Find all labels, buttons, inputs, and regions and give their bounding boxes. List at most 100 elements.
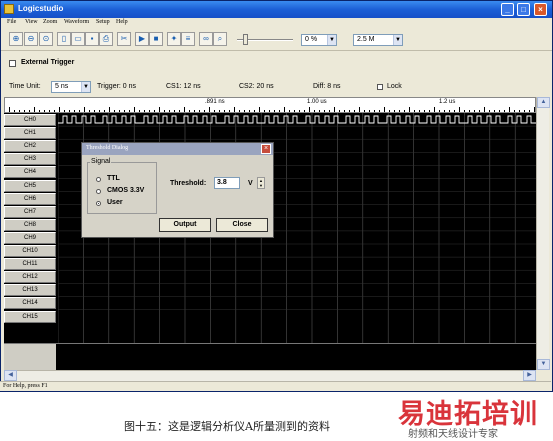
channel-label-ch12[interactable]: CH12 — [4, 271, 56, 284]
ruler-tick — [19, 110, 20, 112]
ruler-tick — [134, 107, 135, 112]
ruler-tick — [254, 110, 255, 112]
threshold-input[interactable]: 3.8 — [214, 177, 240, 189]
menu-view[interactable]: View — [25, 19, 38, 25]
watermark-subtitle: 射频和天线设计专家 — [408, 429, 498, 440]
scroll-left-icon[interactable]: ◀ — [4, 370, 17, 381]
ruler-tick — [259, 107, 260, 112]
sample-rate-select[interactable]: 2.5 M ▼ — [353, 34, 403, 46]
ruler-tick — [279, 110, 280, 112]
ruler-tick — [459, 107, 460, 112]
channel-label-ch0[interactable]: CH0 — [4, 114, 56, 126]
toolbar: ⊕ ⊖ ⊙ ▯ ▭ ▪ ⎙ ✂ ▶ ■ ✦ ≡ ∞ ⌕ 0 % ▼ 2.5 M … — [1, 29, 552, 51]
ruler-tick — [239, 110, 240, 112]
radio-user[interactable] — [96, 201, 101, 206]
scroll-right-icon[interactable]: ▶ — [523, 370, 536, 381]
ruler-tick — [469, 110, 470, 112]
threshold-spinner[interactable]: ▲ ▼ — [257, 177, 265, 189]
menu-setup[interactable]: Setup — [96, 19, 110, 25]
ruler-tick — [164, 110, 165, 112]
ruler-tick — [189, 110, 190, 112]
run-icon[interactable]: ▶ — [135, 32, 149, 46]
channel-label-ch11[interactable]: CH11 — [4, 258, 56, 271]
ruler-tick — [414, 110, 415, 112]
chevron-down-icon: ▼ — [393, 35, 402, 45]
open-folder-icon[interactable]: ▭ — [71, 32, 85, 46]
ruler-tick — [234, 107, 235, 112]
trigger-time: Trigger: 0 ns — [97, 83, 137, 90]
ruler-tick — [149, 110, 150, 112]
ruler-tick — [219, 110, 220, 112]
zoom-percent-select[interactable]: 0 % ▼ — [301, 34, 337, 46]
ruler-tick — [154, 110, 155, 112]
trigger-icon[interactable]: ✦ — [167, 32, 181, 46]
zoom-in-icon[interactable]: ⊕ — [9, 32, 23, 46]
output-button[interactable]: Output — [159, 218, 211, 232]
external-trigger-checkbox[interactable] — [9, 60, 16, 67]
ruler-tick — [519, 110, 520, 112]
channel-label-ch15[interactable]: CH15 — [4, 310, 56, 323]
channel-label-ch1[interactable]: CH1 — [4, 127, 56, 140]
tool-icon[interactable]: ✂ — [117, 32, 131, 46]
binoculars-icon[interactable]: ∞ — [199, 32, 213, 46]
horizontal-scrollbar[interactable]: ◀ ▶ — [4, 370, 536, 381]
ruler-tick — [424, 110, 425, 112]
channel-label-ch3[interactable]: CH3 — [4, 153, 56, 166]
dialog-close-icon[interactable]: × — [261, 144, 271, 154]
menu-file[interactable]: File — [7, 19, 16, 25]
close-dialog-button[interactable]: Close — [216, 218, 268, 232]
scroll-up-icon[interactable]: ▲ — [537, 97, 550, 108]
close-button[interactable]: × — [534, 3, 547, 16]
ruler-tick — [89, 110, 90, 112]
zoom-out-icon[interactable]: ⊖ — [24, 32, 38, 46]
channel-label-ch7[interactable]: CH7 — [4, 205, 56, 218]
title-bar[interactable]: Logicstudio _ □ × — [1, 1, 552, 18]
ruler-tick — [334, 107, 335, 112]
dialog-title-bar[interactable]: Threshold Dialog × — [82, 143, 273, 155]
ruler-tick — [204, 110, 205, 112]
channel-label-ch4[interactable]: CH4 — [4, 166, 56, 179]
save-icon[interactable]: ▪ — [85, 32, 99, 46]
zoom-fit-icon[interactable]: ⊙ — [39, 32, 53, 46]
channel-label-ch10[interactable]: CH10 — [4, 245, 56, 257]
vertical-scrollbar[interactable]: ▲ ▼ — [536, 97, 550, 370]
channel-label-ch14[interactable]: CH14 — [4, 297, 56, 310]
ruler-tick — [169, 110, 170, 112]
signal-group-title: Signal — [90, 158, 112, 165]
ruler-tick — [224, 110, 225, 112]
print-icon[interactable]: ⎙ — [99, 32, 113, 46]
cs1-time: CS1: 12 ns — [166, 83, 201, 90]
ruler-tick — [99, 110, 100, 112]
ruler-tick — [379, 110, 380, 112]
menu-bar: File View Zoom Waveform Setup Help — [1, 18, 552, 29]
channel-label-ch6[interactable]: CH6 — [4, 192, 56, 205]
radio-ttl[interactable] — [96, 177, 101, 182]
ruler-tick — [344, 110, 345, 112]
minimize-button[interactable]: _ — [501, 3, 514, 16]
ruler-tick — [139, 110, 140, 112]
ruler-tick — [304, 110, 305, 112]
ruler-tick — [369, 110, 370, 112]
search-icon[interactable]: ⌕ — [213, 32, 227, 46]
zoom-slider-thumb[interactable] — [243, 34, 248, 45]
menu-waveform[interactable]: Waveform — [64, 19, 89, 25]
ruler-tick — [394, 110, 395, 112]
scroll-down-icon[interactable]: ▼ — [537, 359, 550, 370]
channel-label-ch9[interactable]: CH9 — [4, 231, 56, 244]
stop-icon[interactable]: ■ — [149, 32, 163, 46]
ruler-tick — [159, 107, 160, 112]
ruler-tick — [39, 110, 40, 112]
channel-icon[interactable]: ≡ — [181, 32, 195, 46]
menu-help[interactable]: Help — [116, 19, 128, 25]
menu-zoom[interactable]: Zoom — [43, 19, 57, 25]
new-file-icon[interactable]: ▯ — [57, 32, 71, 46]
channel-label-ch5[interactable]: CH5 — [4, 179, 56, 192]
threshold-dialog: Threshold Dialog × Signal TTL CMOS 3.3V … — [81, 142, 274, 238]
radio-cmos[interactable] — [96, 189, 101, 194]
lock-checkbox[interactable] — [377, 84, 383, 90]
time-unit-select[interactable]: 5 ns ▼ — [51, 81, 91, 93]
channel-label-ch2[interactable]: CH2 — [4, 140, 56, 153]
channel-label-ch13[interactable]: CH13 — [4, 284, 56, 297]
channel-label-ch8[interactable]: CH8 — [4, 218, 56, 231]
maximize-button[interactable]: □ — [517, 3, 530, 16]
